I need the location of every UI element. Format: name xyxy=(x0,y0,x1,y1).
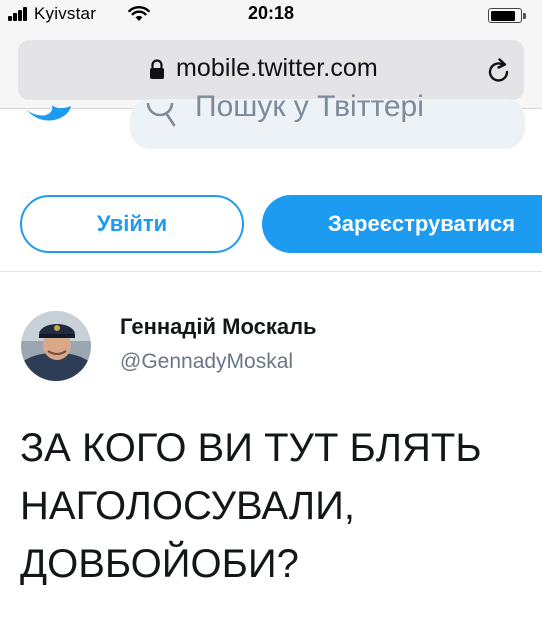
tweet-line: НАГОЛОСУВАЛИ, xyxy=(20,484,355,528)
twitter-header: Пошук у Твіттері xyxy=(0,90,542,159)
status-bar: Kyivstar 20:18 xyxy=(0,0,542,34)
search-input[interactable]: Пошук у Твіттері xyxy=(130,90,525,149)
author-handle[interactable]: @GennadyMoskal xyxy=(120,350,293,374)
login-button[interactable]: Увійти xyxy=(20,195,244,253)
author-name[interactable]: Геннадій Москаль xyxy=(120,314,317,340)
tweet-text: ЗА КОГО ВИ ТУТ БЛЯТЬ НАГОЛОСУВАЛИ, ДОВБО… xyxy=(20,419,520,593)
battery-icon xyxy=(488,8,526,23)
search-placeholder: Пошук у Твіттері xyxy=(195,90,424,123)
lock-icon xyxy=(150,59,164,79)
avatar-image xyxy=(21,311,91,381)
signup-button[interactable]: Зареєструватися xyxy=(262,195,542,253)
address-url: mobile.twitter.com xyxy=(176,54,378,82)
twitter-bird-icon[interactable] xyxy=(24,105,72,133)
search-icon xyxy=(146,103,176,127)
phone-screen: Kyivstar 20:18 mobile.twitter.com Пошук … xyxy=(0,0,542,621)
reload-icon[interactable] xyxy=(485,55,513,85)
tweet-line: ЗА КОГО ВИ ТУТ БЛЯТЬ xyxy=(20,426,482,470)
battery-fill xyxy=(490,10,516,21)
tweet-line: ДОВБОЙОБИ? xyxy=(20,542,299,586)
divider xyxy=(0,271,542,272)
status-time: 20:18 xyxy=(247,3,295,23)
avatar[interactable] xyxy=(21,311,91,381)
